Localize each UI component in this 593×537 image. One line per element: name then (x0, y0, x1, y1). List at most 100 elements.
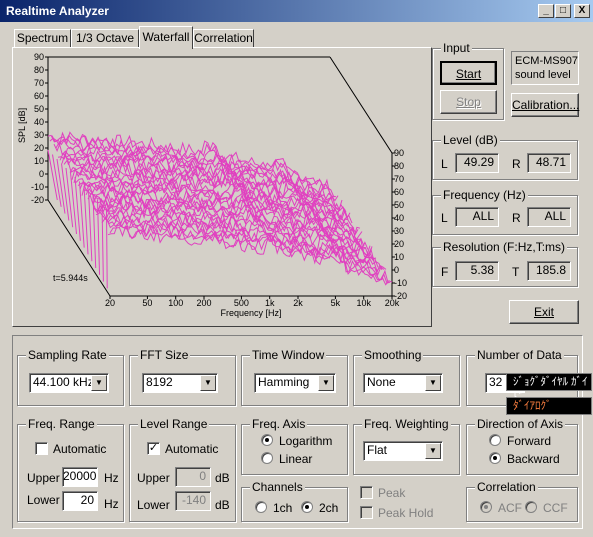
correlation-acf-radio[interactable] (480, 501, 492, 513)
smoothing-select[interactable]: None ▼ (363, 373, 443, 393)
x-tick-label: 1k (265, 298, 275, 308)
y-axis-title: SPL [dB] (17, 108, 27, 143)
maximize-button[interactable]: □ (555, 4, 571, 18)
chevron-down-icon[interactable]: ▼ (318, 375, 334, 391)
fft-size-value: 8192 (146, 375, 173, 389)
chevron-down-icon[interactable]: ▼ (425, 443, 441, 459)
stop-label: Stop (456, 95, 481, 109)
peak-hold-label: Peak Hold (378, 506, 434, 520)
channels-2ch-radio[interactable] (301, 501, 313, 513)
x-tick-label: 10k (356, 298, 371, 308)
freq-lower-unit: Hz (104, 497, 119, 511)
freq-weighting-select[interactable]: Flat ▼ (363, 441, 443, 461)
x-axis-title: Frequency [Hz] (220, 308, 281, 318)
peak-checkbox[interactable] (360, 486, 373, 499)
channels-1ch-label: 1ch (273, 501, 293, 515)
level-range-label: Level Range (138, 417, 210, 431)
left-tick-label: 70 (34, 78, 44, 88)
level-range-automatic-checkbox[interactable]: ✓ (147, 442, 160, 455)
minimize-button[interactable]: _ (538, 4, 554, 18)
left-tick-label: 80 (34, 65, 44, 75)
tab-waterfall[interactable]: Waterfall (139, 26, 193, 49)
freq-lower-input[interactable]: 20 (62, 491, 98, 511)
sampling-rate-value: 44.100 kHz (33, 375, 94, 389)
left-tick-label: 10 (34, 156, 44, 166)
sampling-rate-label: Sampling Rate (26, 348, 109, 362)
freq-axis-label: Freq. Axis (250, 417, 308, 431)
level-l-value: 49.29 (455, 153, 499, 173)
direction-forward-label: Forward (507, 434, 552, 448)
frequency-r-label: R (512, 211, 521, 225)
freq-upper-input[interactable]: 20000 (62, 467, 98, 487)
ime-dialog[interactable]: ﾀﾞｲｱﾛｸﾞ (506, 397, 592, 415)
sampling-rate-select[interactable]: 44.100 kHz ▼ (29, 373, 109, 393)
right-tick-label: 50 (394, 200, 404, 210)
peak-hold-checkbox[interactable] (360, 506, 373, 519)
channels-label: Channels (250, 480, 305, 494)
resolution-f-label: F (441, 265, 449, 279)
right-tick-label: 90 (394, 148, 404, 158)
smoothing-label: Smoothing (362, 348, 424, 362)
fft-size-label: FFT Size (138, 348, 191, 362)
freq-axis-logarithm-radio[interactable] (261, 434, 273, 446)
tab-correlation[interactable]: Correlation (193, 29, 254, 48)
right-tick-label: 20 (394, 239, 404, 249)
exit-label: Exit (533, 305, 554, 319)
frequency-group-label: Frequency (Hz) (441, 188, 528, 202)
ime-jog-dial-guide[interactable]: ｼﾞｮｸﾞﾀﾞｲﾔﾙ ｶﾞｲﾄﾞ (506, 373, 592, 404)
chevron-down-icon[interactable]: ▼ (425, 375, 441, 391)
frequency-l-value: ALL (455, 207, 499, 227)
level-upper-input[interactable]: 0 (175, 467, 211, 487)
channels-1ch-radio[interactable] (255, 501, 267, 513)
check-icon: ✓ (148, 442, 159, 454)
right-top-edge (329, 56, 393, 154)
freq-range-automatic-label: Automatic (53, 442, 107, 456)
start-label: Start (455, 67, 482, 81)
x-tick-label: 20 (105, 298, 115, 308)
x-tick-label: 50 (142, 298, 152, 308)
time-label: t=5.944s (53, 273, 88, 283)
x-tick-label: 5k (331, 298, 341, 308)
stop-button[interactable]: Stop (440, 90, 497, 114)
number-of-data-value: 32 (489, 375, 503, 389)
freq-range-automatic-checkbox[interactable] (35, 442, 48, 455)
fft-size-select[interactable]: 8192 ▼ (142, 373, 218, 393)
tab-1-3-octave[interactable]: 1/3 Octave (71, 29, 139, 48)
left-tick-label: -20 (31, 195, 44, 205)
waterfall-bar (83, 185, 89, 255)
time-window-select[interactable]: Hamming ▼ (254, 373, 336, 393)
direction-label: Direction of Axis (475, 417, 566, 431)
peak-label: Peak (378, 486, 406, 500)
freq-weighting-label: Freq. Weighting (362, 417, 451, 431)
resolution-f-value: 5.38 (455, 261, 499, 281)
freq-axis-linear-radio[interactable] (261, 452, 273, 464)
frequency-l-label: L (441, 211, 448, 225)
direction-forward-radio[interactable] (489, 434, 501, 446)
level-lower-label: Lower (137, 498, 170, 512)
x-tick-label: 100 (168, 298, 183, 308)
x-tick-label: 2k (293, 298, 303, 308)
x-tick-label: 500 (234, 298, 249, 308)
exit-button[interactable]: Exit (509, 300, 579, 324)
frequency-r-value: ALL (527, 207, 571, 227)
start-button[interactable]: Start (440, 61, 497, 85)
close-button[interactable]: X (574, 4, 590, 18)
tab-spectrum[interactable]: Spectrum (14, 29, 71, 48)
freq-range-label: Freq. Range (26, 417, 97, 431)
time-window-value: Hamming (258, 375, 310, 389)
chevron-down-icon[interactable]: ▼ (91, 375, 107, 391)
freq-weighting-value: Flat (367, 443, 388, 457)
correlation-ccf-label: CCF (543, 501, 568, 515)
chevron-down-icon[interactable]: ▼ (200, 375, 216, 391)
level-r-label: R (512, 157, 521, 171)
correlation-ccf-radio[interactable] (525, 501, 537, 513)
calibration-button[interactable]: Calibration... (511, 93, 579, 117)
left-tick-label: 30 (34, 130, 44, 140)
left-tick-label: 90 (34, 52, 44, 62)
level-upper-unit: dB (215, 471, 230, 485)
title-bar[interactable]: Realtime Analyzer (0, 0, 593, 22)
direction-backward-radio[interactable] (489, 452, 501, 464)
level-lower-input[interactable]: -140 (175, 491, 211, 511)
level-upper-label: Upper (137, 471, 170, 485)
right-tick-label: 0 (394, 265, 399, 275)
